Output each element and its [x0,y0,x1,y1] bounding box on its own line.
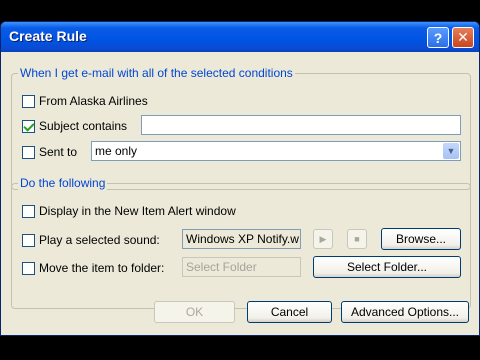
alert-label: Display in the New Item Alert window [39,204,236,218]
sound-checkbox[interactable] [22,233,35,247]
actions-group: Do the following Display in the New Item… [11,176,471,309]
advanced-options-button[interactable]: Advanced Options... [341,301,469,323]
subject-checkbox[interactable] [22,119,35,133]
move-checkbox[interactable] [22,261,35,275]
conditions-legend: When I get e-mail with all of the select… [18,66,295,80]
sound-action-row[interactable]: Play a selected sound: [22,231,160,249]
folder-field: Select Folder [182,257,301,277]
browse-button[interactable]: Browse... [381,228,461,250]
stop-icon: ■ [354,234,360,244]
sent-to-value: me only [95,144,138,158]
from-label: From Alaska Airlines [39,94,148,108]
select-folder-button[interactable]: Select Folder... [313,256,461,278]
sent-to-select[interactable]: me only ▼ [91,141,461,161]
play-sound-button[interactable]: ▶ [313,229,333,249]
sound-file-field[interactable]: Windows XP Notify.w [182,229,301,249]
move-label: Move the item to folder: [39,261,165,275]
from-condition-row[interactable]: From Alaska Airlines [22,92,148,110]
stop-sound-button[interactable]: ■ [347,229,367,249]
move-action-row[interactable]: Move the item to folder: [22,259,164,277]
help-icon: ? [433,29,443,46]
ok-button: OK [154,301,235,323]
close-icon: ✕ [457,29,469,45]
subject-input[interactable] [141,115,461,135]
conditions-group: When I get e-mail with all of the select… [11,66,471,190]
subject-label: Subject contains [39,119,128,133]
chevron-down-icon[interactable]: ▼ [443,143,459,159]
title-bar[interactable]: Create Rule ? ✕ [1,22,479,52]
play-icon: ▶ [319,233,327,244]
sound-label: Play a selected sound: [39,233,160,247]
create-rule-dialog: Create Rule ? ✕ When I get e-mail with a… [0,21,480,336]
alert-action-row[interactable]: Display in the New Item Alert window [22,202,236,220]
cancel-button[interactable]: Cancel [247,301,332,323]
subject-condition-row[interactable]: Subject contains [22,117,127,135]
close-button[interactable]: ✕ [452,27,474,48]
help-button[interactable]: ? [427,27,449,48]
alert-checkbox[interactable] [22,204,35,218]
sent-to-checkbox[interactable] [22,145,35,159]
dialog-title: Create Rule [9,28,87,44]
sent-to-label: Sent to [39,145,78,159]
from-checkbox[interactable] [22,94,35,108]
sent-to-condition-row[interactable]: Sent to [22,143,77,161]
actions-legend: Do the following [18,176,108,190]
